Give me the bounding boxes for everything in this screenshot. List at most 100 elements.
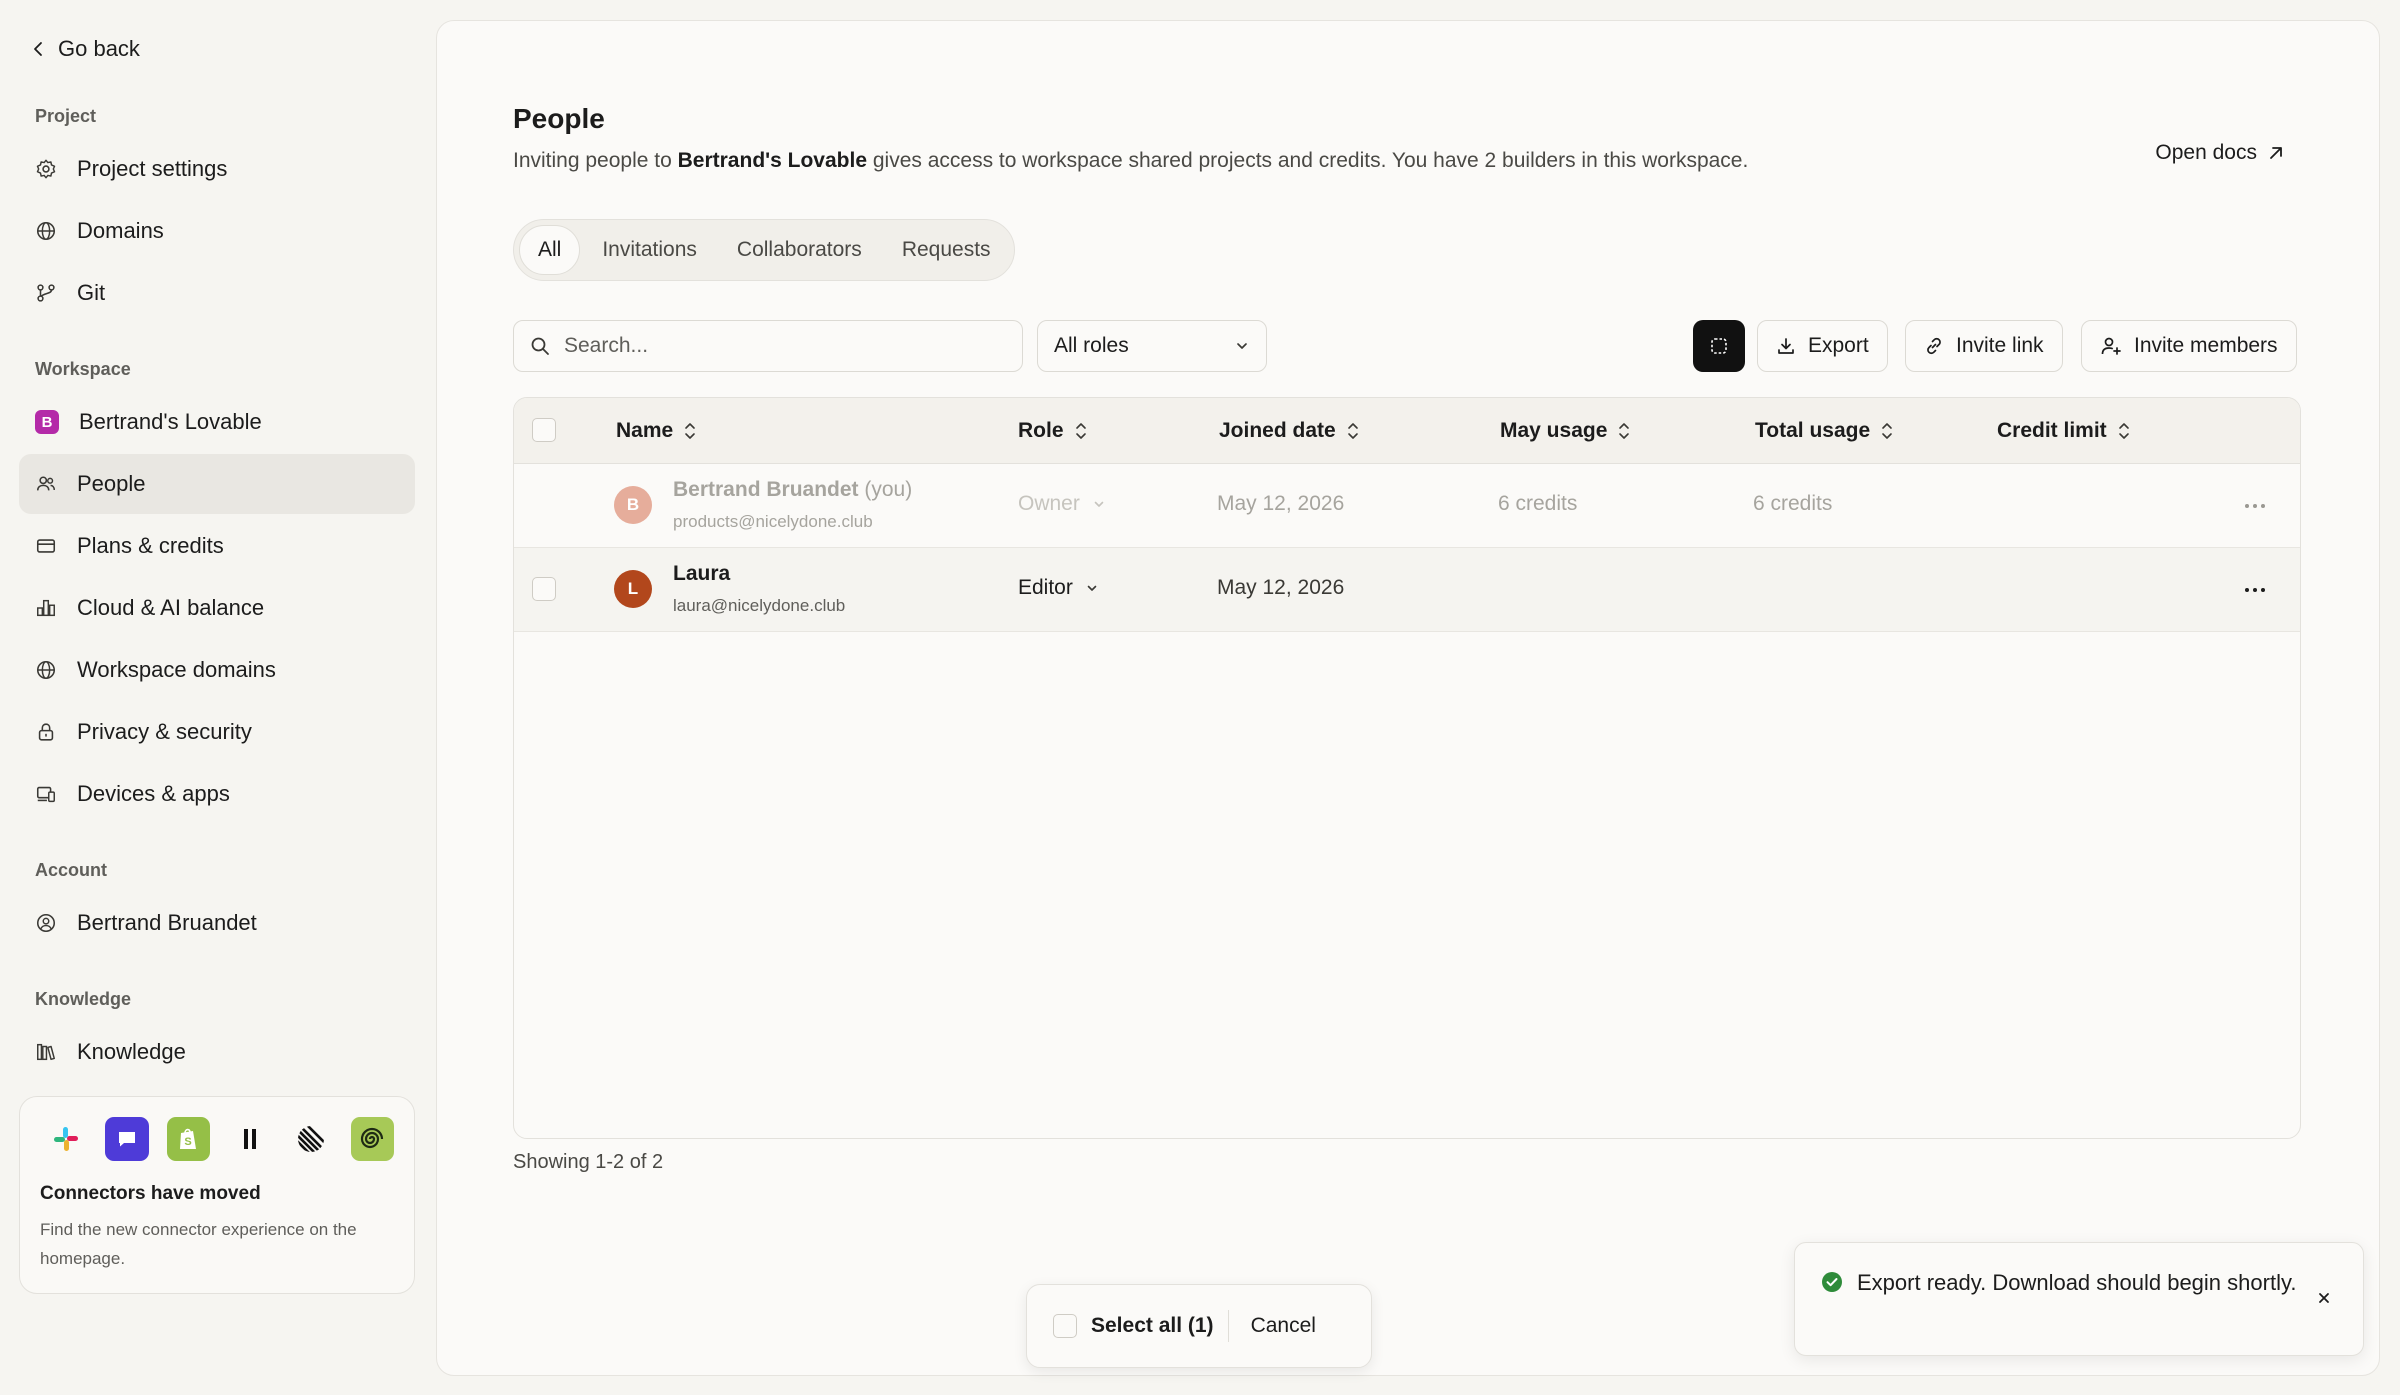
column-header-label: Credit limit <box>1997 419 2107 442</box>
sidebar-item-knowledge[interactable]: Knowledge <box>19 1022 415 1082</box>
user-plus-icon <box>2101 337 2121 355</box>
sidebar-item-workspace[interactable]: B Bertrand's Lovable <box>19 392 415 452</box>
desc-prefix: Inviting people to <box>513 149 678 172</box>
export-toast: Export ready. Download should begin shor… <box>1794 1242 2364 1356</box>
chevron-down-icon <box>1087 585 1097 591</box>
users-icon <box>36 476 55 491</box>
column-header-may-usage[interactable]: May usage <box>1500 398 1631 464</box>
lock-icon <box>38 723 54 741</box>
chevron-left-icon <box>34 42 42 56</box>
bulk-action-bar: Select all (1) Cancel <box>1026 1284 1372 1368</box>
column-header-name[interactable]: Name <box>616 398 697 464</box>
workspace-name: Bertrand's Lovable <box>677 149 868 172</box>
go-back-label: Go back <box>58 36 140 61</box>
sort-icon <box>1619 423 1630 439</box>
invite-members-button[interactable]: Invite members <box>2081 320 2297 372</box>
select-all-control[interactable]: Select all (1) <box>1053 1314 1214 1338</box>
row-checkbox[interactable] <box>532 577 556 601</box>
select-all-label: Select all (1) <box>1091 1314 1214 1337</box>
column-header-label: Total usage <box>1755 419 1871 442</box>
globe-icon <box>36 660 56 680</box>
library-icon <box>37 1043 55 1061</box>
gear-icon <box>36 159 56 179</box>
sidebar-item-label: Plans & credits <box>77 533 224 558</box>
globe-icon <box>36 221 56 241</box>
may-usage: 6 credits <box>1498 492 1578 515</box>
sidebar-item-label: Devices & apps <box>77 781 230 806</box>
sort-icon <box>685 423 696 439</box>
search-input[interactable] <box>564 334 1004 358</box>
workspace-badge: B <box>35 410 59 434</box>
table-row: L Laura laura@nicelydone.club Editor May… <box>514 548 2300 632</box>
go-back-button[interactable]: Go back <box>32 36 140 62</box>
search-box <box>513 320 1023 372</box>
svg-text:S: S <box>185 1136 192 1148</box>
sidebar-item-label: Workspace domains <box>77 657 276 682</box>
invite-link-button[interactable]: Invite link <box>1905 320 2063 372</box>
bar-chart-icon <box>37 599 55 617</box>
sidebar: Go back Project Project settings Domains… <box>0 0 436 1395</box>
sidebar-item-label: Project settings <box>77 156 228 181</box>
toast-close-button[interactable] <box>2313 1287 2335 1309</box>
user-circle-icon <box>36 913 56 933</box>
sidebar-item-devices-apps[interactable]: Devices & apps <box>19 764 415 824</box>
row-more-button[interactable] <box>2240 492 2270 520</box>
chevron-down-icon <box>1237 343 1247 349</box>
search-icon <box>531 337 549 355</box>
sidebar-item-privacy-security[interactable]: Privacy & security <box>19 702 415 762</box>
total-usage: 6 credits <box>1753 492 1833 515</box>
role-select[interactable]: Editor <box>1018 576 1099 600</box>
more-horizontal-icon <box>2245 588 2265 592</box>
joined-date: May 12, 2026 <box>1217 492 1345 515</box>
tab-all[interactable]: All <box>519 225 581 275</box>
tab-collaborators[interactable]: Collaborators <box>719 225 880 275</box>
select-all-checkbox[interactable] <box>1053 1314 1077 1338</box>
tab-invitations[interactable]: Invitations <box>584 225 715 275</box>
selection-toggle-button[interactable] <box>1693 320 1745 372</box>
sidebar-item-domains[interactable]: Domains <box>19 201 415 261</box>
linear-pause-icon <box>228 1117 271 1161</box>
connectors-card[interactable]: S Connectors have moved Find the new con… <box>19 1096 415 1294</box>
roles-filter-value: All roles <box>1054 334 1129 357</box>
open-docs-label: Open docs <box>2155 141 2257 164</box>
sidebar-item-workspace-domains[interactable]: Workspace domains <box>19 640 415 700</box>
select-all-rows-checkbox[interactable] <box>532 418 556 442</box>
member-name: Laura <box>673 562 731 585</box>
column-header-label: Role <box>1018 419 1064 442</box>
check-circle-icon <box>1822 1272 1842 1292</box>
section-label-project: Project <box>35 106 97 126</box>
joined-date: May 12, 2026 <box>1217 576 1345 599</box>
git-icon <box>37 284 55 302</box>
sort-icon <box>1347 423 1358 439</box>
sort-icon <box>1882 423 1892 439</box>
roles-filter-select[interactable]: All roles <box>1037 320 1267 372</box>
cancel-button[interactable]: Cancel <box>1251 1314 1316 1338</box>
sidebar-item-account[interactable]: Bertrand Bruandet <box>19 893 415 953</box>
open-docs-link[interactable]: Open docs <box>2155 141 2285 165</box>
chevron-down-icon <box>1094 501 1104 507</box>
sort-icon <box>2118 423 2129 439</box>
column-header-role[interactable]: Role <box>1018 398 1088 464</box>
column-header-total-usage[interactable]: Total usage <box>1755 398 1894 464</box>
role-value: Editor <box>1018 576 1073 599</box>
invite-link-label: Invite link <box>1956 334 2044 357</box>
sidebar-item-label: Bertrand Bruandet <box>77 910 257 935</box>
sidebar-item-plans-credits[interactable]: Plans & credits <box>19 516 415 576</box>
avatar: L <box>614 570 652 608</box>
export-button[interactable]: Export <box>1757 320 1888 372</box>
row-more-button[interactable] <box>2240 576 2270 604</box>
sidebar-item-label: Knowledge <box>77 1039 186 1064</box>
role-value: Owner <box>1018 492 1080 515</box>
sidebar-item-cloud-ai-balance[interactable]: Cloud & AI balance <box>19 578 415 638</box>
tab-requests[interactable]: Requests <box>884 225 1009 275</box>
column-header-credit-limit[interactable]: Credit limit <box>1997 398 2131 464</box>
devices-icon <box>36 786 55 803</box>
column-header-joined-date[interactable]: Joined date <box>1219 398 1360 464</box>
sidebar-item-project-settings[interactable]: Project settings <box>19 139 415 199</box>
section-label-account: Account <box>35 860 107 880</box>
sidebar-item-people[interactable]: People <box>19 454 415 514</box>
page-title: People <box>513 103 605 134</box>
divider <box>1227 1310 1229 1342</box>
desc-suffix: gives access to workspace shared project… <box>867 149 1749 172</box>
sidebar-item-git[interactable]: Git <box>19 263 415 323</box>
